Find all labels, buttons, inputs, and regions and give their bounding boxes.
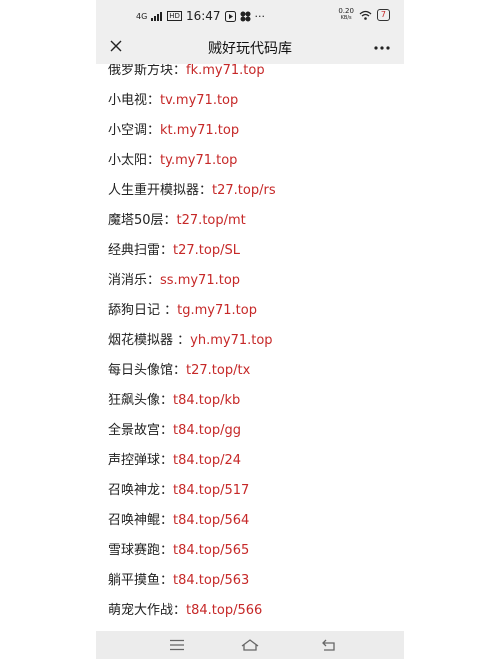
app-notification-icon: [224, 10, 236, 22]
item-link[interactable]: t84.top/566: [186, 603, 262, 618]
back-button[interactable]: [314, 635, 344, 655]
item-name: 烟花模拟器 ：: [108, 333, 191, 348]
item-name: 雪球赛跑：: [108, 543, 174, 558]
item-name: 声控弹球：: [108, 453, 174, 468]
network-speed: 0.20 KB/s: [338, 8, 354, 22]
list-item: 小电视：tv.my71.top: [108, 91, 238, 111]
article-content: 俄罗斯方块：fk.my71.top 小电视：tv.my71.top 小空调：kt…: [96, 64, 404, 631]
item-link[interactable]: t27.top/mt: [177, 213, 246, 228]
list-item: 躺平摸鱼：t84.top/563: [108, 571, 249, 591]
item-link[interactable]: ty.my71.top: [160, 153, 237, 168]
item-name: 每日头像馆：: [108, 363, 187, 378]
menu-button[interactable]: [162, 635, 192, 655]
hd-badge: HD: [167, 11, 182, 21]
more-button[interactable]: [370, 34, 394, 58]
home-button[interactable]: [235, 635, 265, 655]
list-item: 魔塔50层：t27.top/mt: [108, 211, 246, 231]
nav-bar: 贼好玩代码库: [96, 30, 404, 64]
item-name: 召唤神龙：: [108, 483, 174, 498]
back-icon: [322, 639, 335, 651]
list-item: 召唤神鲲：t84.top/564: [108, 511, 249, 531]
item-link[interactable]: t84.top/564: [173, 513, 249, 528]
item-link[interactable]: t27.top/tx: [186, 363, 250, 378]
item-name: 小空调：: [108, 123, 161, 138]
list-item: 舔狗日记 ：tg.my71.top: [108, 301, 257, 321]
home-icon: [241, 639, 259, 651]
list-item: 经典扫雷：t27.top/SL: [108, 241, 240, 261]
item-name: 魔塔50层：: [108, 213, 177, 228]
status-left: 4G HD 16:47 ···: [136, 9, 265, 23]
item-link[interactable]: yh.my71.top: [190, 333, 272, 348]
list-item: 狂飙头像：t84.top/kb: [108, 391, 240, 411]
wifi-icon: [359, 10, 372, 20]
list-item: 每日头像馆：t27.top/tx: [108, 361, 250, 381]
item-link[interactable]: t27.top/SL: [173, 243, 240, 258]
more-dots-icon: [374, 46, 390, 50]
item-link[interactable]: t84.top/563: [173, 573, 249, 588]
network-speed-unit: KB/s: [340, 15, 352, 21]
item-link[interactable]: tg.my71.top: [177, 303, 257, 318]
item-name: 小太阳：: [108, 153, 161, 168]
list-item: 雪球赛跑：t84.top/565: [108, 541, 249, 561]
item-link[interactable]: t84.top/24: [173, 453, 241, 468]
status-bar: 4G HD 16:47 ··· 0.20 KB/s 7: [96, 0, 404, 30]
battery-indicator: 7: [376, 9, 390, 21]
item-name: 小电视：: [108, 93, 161, 108]
network-speed-value: 0.20: [338, 7, 354, 15]
list-item: 召唤神龙：t84.top/517: [108, 481, 249, 501]
menu-icon: [170, 639, 184, 651]
item-link[interactable]: t84.top/565: [173, 543, 249, 558]
item-link[interactable]: tv.my71.top: [160, 93, 238, 108]
list-item: 小空调：kt.my71.top: [108, 121, 239, 141]
list-item: 人生重开模拟器：t27.top/rs: [108, 181, 276, 201]
item-link[interactable]: kt.my71.top: [160, 123, 239, 138]
system-nav-bar: [96, 631, 404, 659]
pinwheel-icon: [240, 11, 251, 21]
item-link[interactable]: t84.top/kb: [173, 393, 240, 408]
item-name: 召唤神鲲：: [108, 513, 174, 528]
signal-bars-icon: [151, 11, 163, 21]
item-name: 舔狗日记 ：: [108, 303, 178, 318]
item-name: 人生重开模拟器：: [108, 183, 213, 198]
item-link[interactable]: t27.top/rs: [212, 183, 276, 198]
list-item: 烟花模拟器 ：yh.my71.top: [108, 331, 273, 351]
list-item: 俄罗斯方块：fk.my71.top: [108, 64, 265, 81]
status-right: 0.20 KB/s 7: [338, 8, 390, 22]
item-link[interactable]: fk.my71.top: [186, 64, 265, 78]
item-name: 俄罗斯方块：: [108, 64, 187, 78]
status-time: 16:47: [185, 9, 221, 23]
item-link[interactable]: t84.top/gg: [173, 423, 241, 438]
list-item: 全景故宫：t84.top/gg: [108, 421, 241, 441]
item-name: 萌宠大作战：: [108, 603, 187, 618]
list-item: 萌宠大作战：t84.top/566: [108, 601, 262, 621]
item-name: 消消乐：: [108, 273, 161, 288]
item-name: 躺平摸鱼：: [108, 573, 174, 588]
list-item: 小太阳：ty.my71.top: [108, 151, 237, 171]
signal-indicator: 4G: [136, 11, 148, 21]
page-title: 贼好玩代码库: [208, 41, 292, 57]
item-name: 全景故宫：: [108, 423, 174, 438]
list-item: 消消乐：ss.my71.top: [108, 271, 240, 291]
item-link[interactable]: ss.my71.top: [160, 273, 240, 288]
list-item: 声控弹球：t84.top/24: [108, 451, 241, 471]
more-notifications: ···: [254, 9, 266, 23]
item-name: 狂飙头像：: [108, 393, 174, 408]
item-link[interactable]: t84.top/517: [173, 483, 249, 498]
phone-screen: 4G HD 16:47 ··· 0.20 KB/s 7 贼好玩代码库 俄罗斯方块…: [96, 0, 404, 659]
item-name: 经典扫雷：: [108, 243, 174, 258]
